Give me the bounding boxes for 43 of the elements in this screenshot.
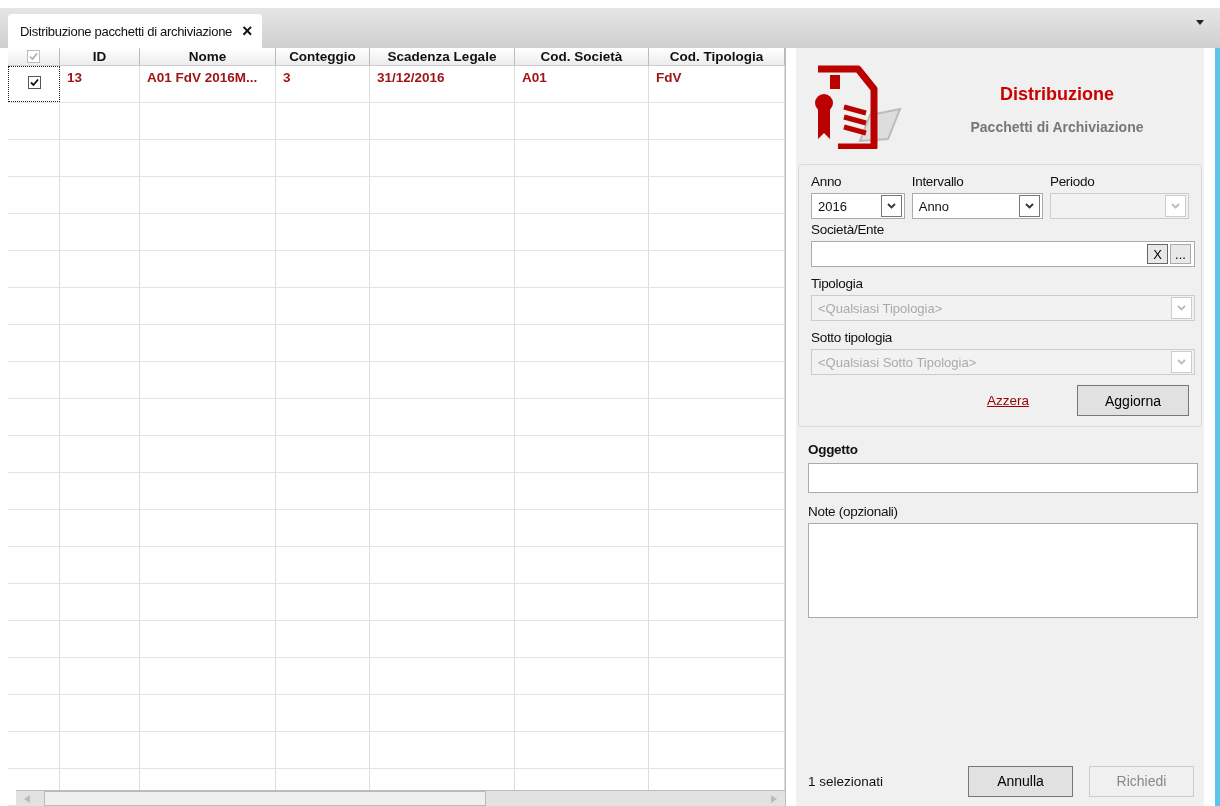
tab-title: Distribuzione pacchetti di archiviazione xyxy=(20,23,232,39)
dropdown-field[interactable]: Anno xyxy=(911,193,1043,219)
table-cell: FdV xyxy=(656,70,682,85)
company-field[interactable]: X ... xyxy=(811,241,1195,267)
field-label: Periodo xyxy=(1049,173,1096,191)
chevron-down-icon[interactable] xyxy=(886,203,896,209)
panel-subtitle: Pacchetti di Archiviazione xyxy=(970,118,1144,135)
field-label: Sotto tipologia xyxy=(811,329,894,347)
table-cell: 31/12/2016 xyxy=(377,70,445,85)
clear-button[interactable]: X xyxy=(1147,244,1168,264)
column-header[interactable]: Cod. Società xyxy=(515,48,649,65)
column-header[interactable]: ID xyxy=(60,48,140,65)
panel-title: Distribuzione xyxy=(1000,83,1114,105)
field-label: Anno xyxy=(811,173,843,191)
dropdown-field[interactable]: 2016 xyxy=(811,193,905,219)
row-checkbox[interactable] xyxy=(27,76,41,89)
dialog-button[interactable]: Annulla xyxy=(968,765,1073,797)
reset-link[interactable]: Azzera xyxy=(986,393,1029,408)
table-cell: 13 xyxy=(67,70,83,85)
field-label: Intervallo xyxy=(911,173,965,191)
dropdown-icon[interactable] xyxy=(1196,20,1204,25)
horizontal-scrollbar[interactable] xyxy=(16,790,785,806)
chevron-down-icon[interactable] xyxy=(1024,203,1034,209)
document-tab[interactable]: Distribuzione pacchetti di archiviazione × xyxy=(8,14,263,48)
field-label: Oggetto xyxy=(808,441,859,459)
column-header[interactable]: Conteggio xyxy=(276,48,370,65)
browse-button[interactable]: ... xyxy=(1170,244,1191,264)
column-header[interactable]: Scadenza Legale xyxy=(370,48,515,65)
field-label: Note (opzionali) xyxy=(808,503,899,521)
field-label: Società/Ente xyxy=(811,221,885,239)
notes-field[interactable] xyxy=(808,523,1198,618)
field-label: Tipologia xyxy=(811,275,864,293)
column-header[interactable]: Cod. Tipologia xyxy=(649,48,785,65)
refresh-button[interactable]: Aggiorna xyxy=(1077,385,1189,416)
subject-field[interactable] xyxy=(808,463,1198,493)
close-icon[interactable]: × xyxy=(242,20,253,42)
scroll-right-icon[interactable] xyxy=(771,794,777,803)
table-cell: A01 xyxy=(522,70,547,85)
selection-count: 1 selezionati xyxy=(808,773,885,789)
column-header[interactable]: Nome xyxy=(140,48,276,65)
table-cell: A01 FdV 2016M... xyxy=(147,70,258,85)
scroll-left-icon[interactable] xyxy=(24,794,30,803)
table-cell: 3 xyxy=(283,70,291,85)
